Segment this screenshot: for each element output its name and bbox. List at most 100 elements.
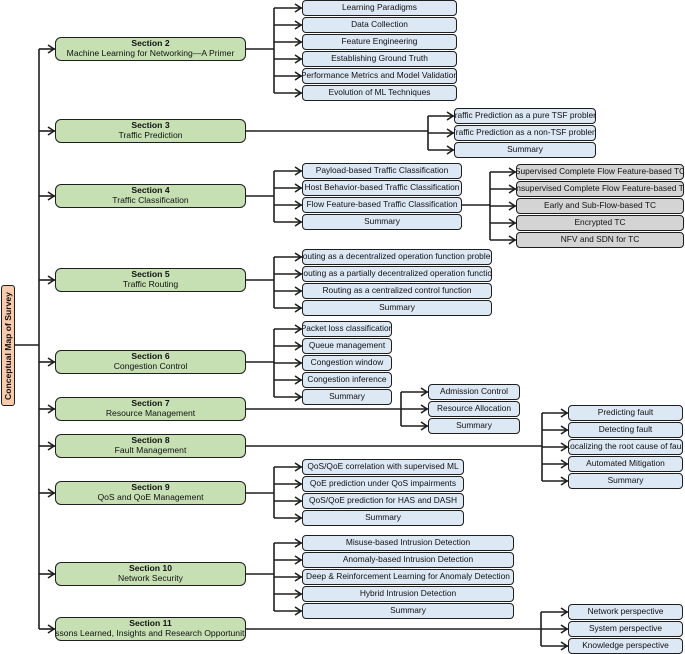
subsection-node: Knowledge perspective <box>568 638 683 654</box>
subsection-node: Resource Allocation <box>428 401 520 417</box>
root-node: Conceptual Map of Survey <box>1 285 15 406</box>
node-label: Automated Mitigation <box>586 458 665 469</box>
node-label: Summary <box>390 605 426 616</box>
section-title: Traffic Classification <box>112 195 189 205</box>
node-label: Payload-based Traffic Classification <box>315 165 449 176</box>
subsection-node: Routing as a centralized control functio… <box>302 283 492 299</box>
subsection-node: Congestion window <box>302 355 392 371</box>
subsection-node: Admission Control <box>428 384 520 400</box>
node-label: Summary <box>365 512 401 523</box>
subsubsection-node: NFV and SDN for TC <box>516 232 684 248</box>
section-title: Traffic Routing <box>122 279 179 289</box>
subsection-node: Payload-based Traffic Classification <box>302 163 462 179</box>
section-title: QoS and QoE Management <box>97 492 204 502</box>
node-label: Learning Paradigms <box>342 2 417 13</box>
node-label: Traffic Prediction as a non-TSF problem <box>454 127 596 138</box>
section-node: Section 8 Fault Management <box>55 434 246 458</box>
subsection-node: Summary <box>302 214 462 230</box>
section-node: Section 7 Resource Management <box>55 397 246 421</box>
subsection-node: QoS/QoE prediction for HAS and DASH <box>302 493 464 509</box>
subsection-node: Misuse-based Intrusion Detection <box>302 535 514 551</box>
subsection-node: Flow Feature-based Traffic Classificatio… <box>302 197 462 213</box>
node-label: Summary <box>364 216 400 227</box>
node-label: Supervised Complete Flow Feature-based T… <box>516 166 684 177</box>
node-label: Packet loss classification <box>302 323 392 334</box>
node-label: Summary <box>329 391 365 402</box>
node-label: QoE prediction under QoS impairments <box>309 478 457 489</box>
root-label: Conceptual Map of Survey <box>3 291 13 400</box>
subsection-node: Summary <box>302 300 492 316</box>
node-label: Deep & Reinforcement Learning for Anomal… <box>306 571 510 582</box>
node-label: Knowledge perspective <box>582 640 669 651</box>
node-label: Resource Allocation <box>436 403 512 414</box>
node-label: Congestion window <box>310 357 384 368</box>
node-label: Anomaly-based Intrusion Detection <box>342 554 474 565</box>
section-title: Lessons Learned, Insights and Research O… <box>55 628 246 638</box>
subsection-node: Summary <box>568 473 683 489</box>
subsubsection-node: Unsupervised Complete Flow Feature-based… <box>516 181 684 197</box>
section-node: Section 6 Congestion Control <box>55 350 246 374</box>
subsection-node: Host Behavior-based Traffic Classificati… <box>302 180 462 196</box>
subsection-node: Congestion inference <box>302 372 392 388</box>
subsection-node: Automated Mitigation <box>568 456 683 472</box>
subsection-node: QoE prediction under QoS impairments <box>302 476 464 492</box>
node-label: Unsupervised Complete Flow Feature-based… <box>516 183 684 194</box>
subsection-node: Traffic Prediction as a non-TSF problem <box>454 125 596 141</box>
section-title: Network Security <box>118 573 183 583</box>
section-node: Section 10 Network Security <box>55 562 246 586</box>
subsection-node: Routing as a decentralized operation fun… <box>302 249 492 265</box>
node-label: Early and Sub-Flow-based TC <box>543 200 657 211</box>
node-label: Routing as a decentralized operation fun… <box>302 251 492 262</box>
subsection-node: Summary <box>302 603 514 619</box>
node-label: Localizing the root cause of fault <box>568 441 683 452</box>
section-title: Resource Management <box>105 408 196 418</box>
subsection-node: Traffic Prediction as a pure TSF problem <box>454 108 596 124</box>
node-label: NFV and SDN for TC <box>560 234 640 245</box>
node-label: Admission Control <box>440 386 508 397</box>
node-label: Encrypted TC <box>574 217 626 228</box>
section-node: Section 2 Machine Learning for Networking… <box>55 37 246 61</box>
node-label: Predicting fault <box>597 407 654 418</box>
subsection-node: Routing as a partially decentralized ope… <box>302 266 492 282</box>
subsubsection-node: Early and Sub-Flow-based TC <box>516 198 684 214</box>
subsection-node: Feature Engineering <box>302 34 457 50</box>
subsubsection-node: Supervised Complete Flow Feature-based T… <box>516 164 684 180</box>
node-label: Summary <box>507 144 543 155</box>
node-label: Feature Engineering <box>341 36 418 47</box>
subsubsection-node: Encrypted TC <box>516 215 684 231</box>
section-title: Fault Management <box>114 445 187 455</box>
node-label: Summary <box>379 302 415 313</box>
section-node: Section 4 Traffic Classification <box>55 184 246 208</box>
node-label: Data Collection <box>351 19 408 30</box>
subsection-node: Establishing Ground Truth <box>302 51 457 67</box>
subsection-node: Summary <box>454 142 596 158</box>
node-label: Queue management <box>308 340 386 351</box>
subsection-node: Queue management <box>302 338 392 354</box>
subsection-node: QoS/QoE correlation with supervised ML <box>302 459 464 475</box>
node-label: Establishing Ground Truth <box>331 53 428 64</box>
subsection-node: Performance Metrics and Model Validation <box>302 68 457 84</box>
node-label: Routing as a centralized control functio… <box>322 285 472 296</box>
subsection-node: Detecting fault <box>568 422 683 438</box>
subsection-node: System perspective <box>568 621 683 637</box>
subsection-node: Hybrid Intrusion Detection <box>302 586 514 602</box>
node-label: Congestion inference <box>307 374 387 385</box>
node-label: Host Behavior-based Traffic Classificati… <box>304 182 460 193</box>
concept-map: Conceptual Map of Survey Section 2 Machin… <box>0 0 685 654</box>
subsection-node: Summary <box>428 418 520 434</box>
section-node: Section 5 Traffic Routing <box>55 268 246 292</box>
subsection-node: Deep & Reinforcement Learning for Anomal… <box>302 569 514 585</box>
node-label: System perspective <box>588 623 663 634</box>
section-title: Machine Learning for Networking—A Primer <box>66 48 235 58</box>
subsection-node: Learning Paradigms <box>302 0 457 16</box>
node-label: Traffic Prediction as a pure TSF problem <box>454 110 596 121</box>
section-node: Section 11 Lessons Learned, Insights and … <box>55 617 246 641</box>
section-title: Congestion Control <box>113 361 188 371</box>
subsection-node: Packet loss classification <box>302 321 392 337</box>
node-label: Network perspective <box>587 606 664 617</box>
subsection-node: Localizing the root cause of fault <box>568 439 683 455</box>
subsection-node: Predicting fault <box>568 405 683 421</box>
node-label: Routing as a partially decentralized ope… <box>302 268 492 279</box>
node-label: Evolution of ML Techniques <box>328 87 431 98</box>
node-label: QoS/QoE prediction for HAS and DASH <box>308 495 458 506</box>
